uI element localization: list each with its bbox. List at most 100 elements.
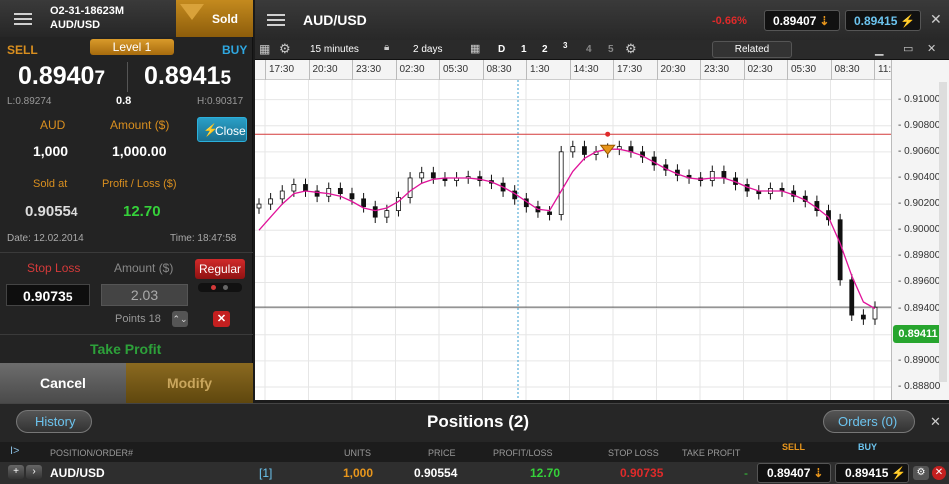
lock-icon[interactable]: 🔒︎ [384,42,389,53]
col-profit-loss: PROFIT/LOSS [493,448,553,458]
divider [0,252,253,253]
chart-scrollbar[interactable] [939,82,947,382]
time-tick-label: 05:30 [791,64,817,75]
minimize-icon[interactable]: ▁ [875,43,883,56]
add-icon[interactable]: + [8,465,24,479]
menu-icon[interactable] [12,11,38,27]
time-tick [787,60,788,80]
chart-type-icon[interactable]: ▦ [259,42,270,56]
toggle-dot-on [211,285,216,290]
remove-stop-loss-button[interactable]: ✕ [213,311,230,327]
buy-quote-button[interactable]: 0.89415 ⚡ [845,10,921,31]
candle-body [558,151,564,215]
close-position-button[interactable]: ⚡ Close [197,117,247,142]
timeframe-select[interactable]: 15 minutes [310,44,359,55]
candle-body [407,177,413,198]
candle-body [326,188,332,197]
view-4[interactable]: 4 [586,44,592,55]
view-5[interactable]: 5 [608,44,614,55]
close-icon: ✕ [216,313,227,325]
sl-amount-input[interactable]: 2.03 [101,284,188,306]
col-units: UNITS [344,448,371,458]
modify-button[interactable]: Modify [126,363,253,403]
cancel-label: Cancel [40,375,86,391]
price-tick-label: - 0.89600 [898,276,941,288]
chevron-right-icon[interactable]: › [26,465,42,479]
toggle-dot-off [223,285,228,290]
buy-price-main: 0.8941 [144,62,221,90]
time-tick [526,60,527,80]
close-position-icon[interactable]: ✕ [932,466,946,480]
chevron-down-icon [180,4,204,20]
table-row[interactable]: + › AUD/USD [1] 1,000 0.90554 12.70 0.90… [0,462,949,484]
view-1[interactable]: 1 [521,44,527,55]
take-profit-label[interactable]: Take Profit [90,341,161,357]
row-sell: 0.89407 [767,466,811,480]
close-panel-icon[interactable]: ✕ [930,414,941,430]
gear-icon[interactable]: ⚙ [279,41,291,57]
sold-at-main: 0.9055 [25,203,71,220]
history-button[interactable]: History [16,410,92,433]
pl-label: Profit / Loss ($) [102,178,177,190]
gear-icon[interactable]: ⚙ [913,466,929,480]
history-label: History [35,414,76,429]
row-sell-button[interactable]: 0.89407 ⇣ [757,463,831,483]
regular-button[interactable]: Regular [195,259,245,279]
amount-value: 1,000.00 [112,143,167,159]
level-selector[interactable]: Level 1 [90,39,174,55]
time-tick [613,60,614,80]
view-3[interactable]: 3 [563,41,567,50]
view-2[interactable]: 2 [542,44,548,55]
gear-icon[interactable]: ⚙ [625,41,637,57]
sold-tab[interactable]: Sold [176,0,253,37]
price-tick-label: - 0.90600 [898,145,941,157]
related-label: Related [734,44,770,55]
time-tick [482,60,484,80]
range-select[interactable]: 2 days [413,44,442,55]
time-tick-label: 23:30 [704,64,730,75]
expand-all-icon[interactable]: I> [10,445,19,457]
time-tick [352,60,353,80]
points-label: Points 18 [115,313,161,325]
modify-label: Modify [166,375,213,391]
moving-average-line [258,148,876,310]
candle-body [430,172,436,179]
sell-quote-button[interactable]: 0.89407 ⇣ [764,10,840,31]
points-stepper[interactable]: ⌃⌄ [172,311,188,327]
stop-loss-input[interactable]: 0.90735 [6,284,90,306]
related-button[interactable]: Related [712,41,792,58]
price-chart[interactable] [255,80,891,400]
close-chart-icon[interactable]: ✕ [930,11,942,28]
daily-button[interactable]: D [498,44,505,55]
time-tick-label: 23:30 [356,64,382,75]
orders-button[interactable]: Orders (0) [823,410,915,433]
close-icon[interactable]: ✕ [927,42,936,55]
sold-at-price: 0.90554 [25,203,78,220]
cancel-button[interactable]: Cancel [0,363,126,403]
stop-type-toggle[interactable] [198,283,242,292]
sl-amount-value: 2.03 [130,287,159,303]
high-price: H:0.90317 [197,96,244,107]
time-tick [439,60,440,80]
row-stop-loss[interactable]: 0.90735 [620,466,663,480]
candle-body [849,279,855,316]
currency-label: AUD [40,118,66,132]
maximize-icon[interactable]: ▭ [903,42,913,55]
col-buy: BUY [858,442,878,452]
chart-toolbar: ▦ ⚙ 15 minutes 🔒︎ 2 days ▦ D 1 2 3 4 5 ⚙… [255,40,949,60]
time-tick [265,60,266,80]
calendar-icon[interactable]: ▦ [470,42,480,55]
candle-body [709,171,715,181]
row-buy: 0.89415 [845,466,889,480]
time-tick-label: 1:30 [530,64,550,75]
price-tick-label: - 0.91000 [898,93,941,105]
trade-ticket: O2-31-18623M AUD/USD Sold SELL Level 1 B… [0,0,253,403]
row-count: [1] [259,466,273,480]
row-buy-button[interactable]: 0.89415 ⚡ [835,463,909,483]
sell-price[interactable]: 0.89407 [18,62,105,91]
arrow-down-icon: ⇣ [813,466,824,480]
row-take-profit[interactable]: - [744,466,748,480]
price-tick-label: - 0.90400 [898,171,941,183]
buy-price[interactable]: 0.89415 [144,62,231,91]
chart-menu-icon[interactable] [267,13,287,27]
